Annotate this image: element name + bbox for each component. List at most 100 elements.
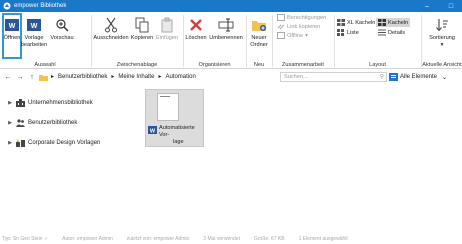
status-item: Autor: empower Admin [62,235,113,242]
library-tree: ▶ Unternehmensbibliothek ▶ Benutzerbibli… [0,88,140,228]
filter-icon [389,73,398,81]
corporate-design-icon [16,139,25,147]
copy-button[interactable]: Kopieren [130,15,154,42]
window-title: empower Bibliothek [14,3,67,9]
title-bar: empower Bibliothek – □ [0,0,462,12]
status-item: Größe: 67 KB [253,235,285,242]
link-icon [277,23,285,30]
permissions-button[interactable]: Berechtigungen [277,14,326,21]
new-folder-button[interactable]: Neuer Ordner [247,15,271,48]
tiles-icon [378,19,386,26]
folder-icon [38,70,48,85]
chevron-right-icon: ▶ [8,100,12,106]
preview-button[interactable]: Vorschau [49,15,75,42]
cut-button[interactable]: Ausschneiden [92,15,130,42]
word-edit-icon: W [26,15,42,35]
group-label: Neu [253,62,265,68]
delete-icon [189,15,203,35]
view-xl-tiles[interactable]: XL Kacheln [337,19,375,26]
tree-item-unternehmensbibliothek[interactable]: ▶ Unternehmensbibliothek [0,96,140,110]
address-bar: ← → ↑ ▸ Benutzerbibliothek ▸ Meine Inhal… [0,70,462,85]
sort-icon [435,15,449,35]
copy-link-button[interactable]: Link kopieren [277,23,320,30]
word-open-icon: W [4,15,20,35]
group-neu: Neuer Ordner Neu [247,12,271,69]
status-bar: Typ: Sn Geo Stein ✓ Autor: empower Admin… [0,233,462,244]
breadcrumb-item[interactable]: Automation [165,74,195,80]
file-name-line-1: Automatisierte Vor- [159,125,195,138]
paste-button[interactable]: Einfügen [155,15,179,42]
group-label: Zwischenablage [116,62,158,68]
offline-button[interactable]: Offline ▾ [277,32,308,39]
group-label: Aktuelle Ansicht [422,62,462,68]
back-button[interactable]: ← [3,70,13,85]
breadcrumb: ▸ Benutzerbibliothek ▸ Meine Inhalte ▸ A… [51,73,196,81]
view-details[interactable]: Details [378,29,405,36]
tree-item-benutzerbibliothek[interactable]: ▶ Benutzerbibliothek [0,116,140,130]
rename-icon [218,15,234,35]
sort-button[interactable]: Sortierung ▾ [426,15,458,48]
status-item: 1 Element ausgewählt [298,235,348,242]
search-input[interactable]: Suchen... ⚲ [280,72,387,82]
status-item: Typ: Sn Geo Stein ✓ [2,235,49,242]
group-zusammenarbeit: Berechtigungen Link kopieren Offline ▾ Z… [273,12,333,69]
svg-text:W: W [31,23,38,30]
thumbnail-line [160,96,170,97]
view-tiles[interactable]: Kacheln [376,18,411,27]
chevron-right-icon: ▶ [8,140,12,146]
status-item: 3 Mal verwendet [203,235,240,242]
group-label: Auswahl [34,62,56,68]
file-name-line-2: lage [173,139,184,145]
filter-dropdown[interactable]: Alle Elemente ⌄ [389,73,447,81]
rename-button[interactable]: Umbenennen [208,15,244,42]
content-area: W Automatisierte Vor-lage [144,88,462,228]
maximize-button[interactable]: □ [444,0,458,12]
magnifier-icon [55,15,69,35]
file-name: Automatisierte Vor-lage [159,125,203,146]
list-icon [337,29,345,36]
svg-text:W: W [9,23,16,30]
chevron-right-icon: ▸ [158,74,162,80]
offline-icon [277,32,285,39]
file-label: W Automatisierte Vor-lage [148,125,203,146]
xl-tiles-icon [337,19,345,26]
group-label: Zusammenarbeit [282,62,324,68]
ribbon: W Öffnen W Vorlage bearbeiten Vorschau A… [0,12,462,69]
breadcrumb-item[interactable]: Meine Inhalte [118,74,154,80]
svg-text:W: W [150,128,156,134]
permissions-icon [277,14,285,21]
paste-icon [160,15,174,35]
search-icon: ⚲ [379,74,384,80]
chevron-right-icon: ▶ [8,120,12,126]
new-folder-icon [251,15,267,35]
chevron-down-icon: ▾ [440,41,444,48]
document-thumbnail [157,93,179,121]
chevron-down-icon: ⌄ [442,74,448,81]
open-button[interactable]: W Öffnen [2,13,22,59]
edit-template-button[interactable]: W Vorlage bearbeiten [21,15,47,48]
details-icon [378,29,386,36]
scissors-icon [104,15,118,35]
copy-icon [135,15,149,35]
company-library-icon [16,99,25,107]
word-file-icon: W [148,126,157,134]
breadcrumb-item[interactable]: Benutzerbibliothek [58,74,107,80]
delete-button[interactable]: Löschen [185,15,207,42]
view-list[interactable]: Liste [337,29,359,36]
app-icon [3,2,11,10]
group-zwischenablage: Ausschneiden Kopieren Einfügen Zwischena… [92,12,182,69]
group-layout: XL Kacheln Kacheln Liste Details Layout [335,12,420,69]
chevron-right-icon: ▸ [111,74,115,80]
tree-item-corporate-design[interactable]: ▶ Corporate Design Vorlagen [0,136,140,150]
group-auswahl: W Öffnen W Vorlage bearbeiten Vorschau A… [0,12,90,69]
group-organisieren: Löschen Umbenennen Organisieren [184,12,245,69]
minimize-button[interactable]: – [420,0,434,12]
group-label: Organisieren [198,62,231,68]
up-button[interactable]: ↑ [27,70,37,85]
status-item: zuletzt von: empower Admin [126,235,190,242]
group-label: Layout [369,62,386,68]
chevron-down-icon: ▾ [305,32,308,39]
file-tile[interactable]: W Automatisierte Vor-lage [145,89,204,147]
group-aktuelle-ansicht: Sortierung ▾ Aktuelle Ansicht [422,12,462,69]
forward-button[interactable]: → [15,70,25,85]
